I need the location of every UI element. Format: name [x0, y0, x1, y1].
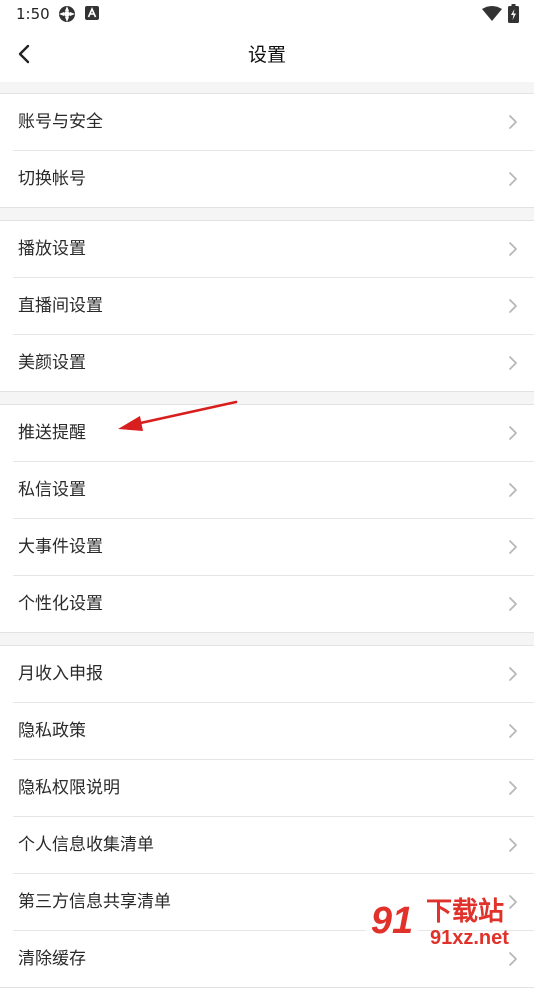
- settings-row-label: 大事件设置: [18, 537, 103, 557]
- chevron-right-icon: [509, 597, 517, 611]
- settings-row[interactable]: 美颜设置: [13, 335, 534, 391]
- chevron-right-icon: [509, 426, 517, 440]
- settings-row[interactable]: 个性化设置: [13, 576, 534, 632]
- wifi-icon: [482, 6, 502, 26]
- settings-row-label: 直播间设置: [18, 296, 103, 316]
- chevron-right-icon: [509, 838, 517, 852]
- settings-row-label: 账号与安全: [18, 112, 103, 132]
- page-title: 设置: [247, 44, 286, 66]
- settings-row-label: 隐私权限说明: [18, 778, 120, 798]
- settings-row-label: 第三方信息共享清单: [18, 892, 171, 912]
- settings-row-label: 切换帐号: [18, 169, 86, 189]
- back-button[interactable]: [10, 40, 38, 68]
- chevron-right-icon: [509, 952, 517, 966]
- settings-row-label: 推送提醒: [18, 423, 86, 443]
- settings-row[interactable]: 私信设置: [13, 462, 534, 519]
- settings-row[interactable]: 账号与安全: [13, 94, 534, 151]
- settings-row[interactable]: 个人信息收集清单: [13, 817, 534, 874]
- settings-row[interactable]: 隐私权限说明: [13, 760, 534, 817]
- chevron-right-icon: [509, 781, 517, 795]
- settings-row-label: 美颜设置: [18, 353, 86, 373]
- settings-list: 账号与安全切换帐号播放设置直播间设置美颜设置推送提醒私信设置大事件设置个性化设置…: [0, 82, 534, 988]
- settings-gear-icon: [58, 5, 76, 27]
- chevron-right-icon: [509, 299, 517, 313]
- settings-row[interactable]: 直播间设置: [13, 278, 534, 335]
- settings-group: 账号与安全 切换帐号: [0, 93, 534, 208]
- app-a-icon: [85, 5, 99, 24]
- svg-text:下载站: 下载站: [426, 897, 504, 927]
- settings-row-label: 私信设置: [18, 480, 86, 500]
- status-bar: 1:50: [0, 0, 534, 28]
- chevron-right-icon: [509, 667, 517, 681]
- chevron-left-icon: [18, 44, 30, 64]
- settings-row-label: 播放设置: [18, 239, 86, 259]
- settings-row-label: 隐私政策: [18, 721, 86, 741]
- watermark-logo: 91 下载站 91xz.net: [362, 888, 534, 950]
- chevron-right-icon: [509, 724, 517, 738]
- settings-row[interactable]: 切换帐号: [13, 151, 534, 207]
- settings-row[interactable]: 播放设置: [13, 221, 534, 278]
- settings-group: 推送提醒私信设置大事件设置个性化设置: [0, 404, 534, 633]
- settings-row[interactable]: 月收入申报: [13, 646, 534, 703]
- settings-row-label: 清除缓存: [18, 949, 86, 969]
- status-time: 1:50: [16, 5, 50, 23]
- settings-row[interactable]: 大事件设置: [13, 519, 534, 576]
- settings-row[interactable]: 隐私政策: [13, 703, 534, 760]
- settings-group: 播放设置直播间设置美颜设置: [0, 220, 534, 392]
- chevron-right-icon: [509, 540, 517, 554]
- header: 设置: [0, 28, 534, 82]
- chevron-right-icon: [509, 242, 517, 256]
- settings-row-label: 个性化设置: [18, 594, 103, 614]
- chevron-right-icon: [509, 356, 517, 370]
- settings-row[interactable]: 推送提醒: [13, 405, 534, 462]
- svg-text:91: 91: [371, 900, 413, 942]
- chevron-right-icon: [509, 483, 517, 497]
- settings-row-label: 月收入申报: [18, 664, 103, 684]
- chevron-right-icon: [509, 172, 517, 186]
- svg-text:91xz.net: 91xz.net: [430, 927, 509, 949]
- chevron-right-icon: [509, 115, 517, 129]
- settings-row-label: 个人信息收集清单: [18, 835, 154, 855]
- battery-charging-icon: [508, 4, 519, 27]
